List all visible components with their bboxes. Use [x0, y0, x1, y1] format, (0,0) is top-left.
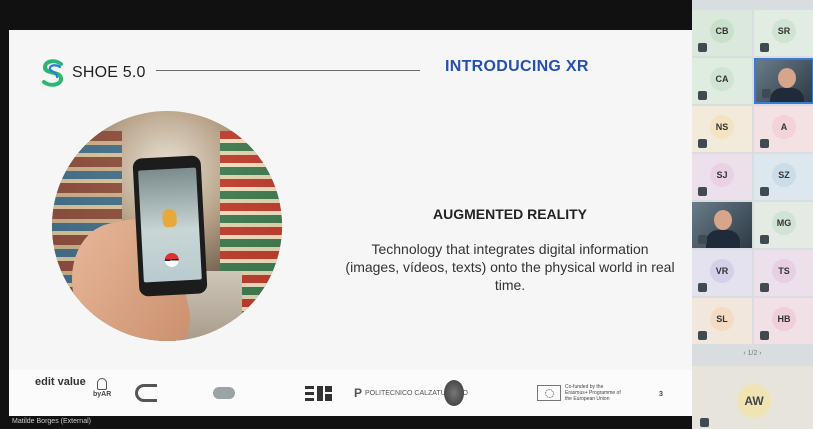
presentation-slide: SHOE 5.0 INTRODUCING XR AUGMENTED REALIT…: [9, 30, 692, 416]
mic-muted-icon: [698, 331, 707, 340]
shoe-s-logo-icon: [42, 59, 63, 87]
participant-avatar: VR: [710, 259, 734, 283]
slide-title: INTRODUCING XR: [445, 58, 589, 75]
erasmus-text: Co-funded by the Erasmus+ Programme of t…: [565, 384, 621, 402]
participant-tile[interactable]: AW: [692, 366, 813, 429]
section-body: Technology that integrates digital infor…: [345, 241, 675, 293]
pc-mark-icon: P: [354, 386, 363, 400]
mic-muted-icon: [760, 43, 769, 52]
participant-pagination[interactable]: ‹ 1/2 ›: [692, 350, 813, 357]
shoe-logo: SHOE 5.0: [39, 58, 146, 88]
participant-avatar: SZ: [772, 163, 796, 187]
university-seal-logo: [444, 378, 464, 408]
participant-face: [778, 68, 796, 88]
participant-avatar: A: [772, 115, 796, 139]
partner-logos-bar: edit value byAR P POLITECNICO CALZATURIE…: [9, 370, 692, 416]
edit-value-text: edit value: [35, 376, 86, 388]
section-heading: AUGMENTED REALITY: [433, 206, 587, 222]
phone-screen: [138, 167, 202, 283]
erasmus-logo: Co-funded by the Erasmus+ Programme of t…: [537, 378, 625, 408]
ctc-pill-icon: [213, 387, 235, 399]
participant-tile[interactable]: SR: [754, 10, 813, 56]
participant-avatar: CB: [710, 19, 734, 43]
participant-avatar: MG: [772, 211, 796, 235]
mic-muted-icon: [698, 139, 707, 148]
participant-avatar: SJ: [710, 163, 734, 187]
ctc-logo: [213, 378, 235, 408]
pokeball-icon: [164, 252, 180, 268]
mic-muted-icon: [760, 331, 769, 340]
seal-icon: [444, 380, 464, 406]
participant-tile[interactable]: [692, 202, 752, 248]
mic-muted-icon: [698, 43, 707, 52]
participant-avatar: TS: [772, 259, 796, 283]
eu-flag-icon: [537, 385, 561, 401]
mic-muted-icon: [760, 235, 769, 244]
mic-muted-icon: [760, 187, 769, 196]
participant-tile[interactable]: CA: [692, 58, 752, 104]
participant-body: [706, 230, 740, 248]
mic-muted-icon: [760, 139, 769, 148]
mic-muted-icon: [760, 283, 769, 292]
participant-tile[interactable]: SL: [692, 298, 752, 344]
shared-screen: SHOE 5.0 INTRODUCING XR AUGMENTED REALIT…: [0, 0, 692, 429]
edit-value-logo: edit value: [35, 376, 86, 408]
participant-tile[interactable]: CB: [692, 10, 752, 56]
slide-page-number: 3: [659, 391, 663, 398]
ar-character-icon: [162, 208, 178, 228]
participant-avatar: NS: [710, 115, 734, 139]
participant-tile[interactable]: SZ: [754, 154, 813, 200]
participant-avatar: SR: [772, 19, 796, 43]
participant-tile[interactable]: NS: [692, 106, 752, 152]
meeting-window: SHOE 5.0 INTRODUCING XR AUGMENTED REALIT…: [0, 0, 813, 429]
participants-panel: CB SR CA NS A SJ SZ MG VR TS SL HB ‹ 1/2 › AW: [692, 0, 813, 429]
participant-tile[interactable]: HB: [754, 298, 813, 344]
presenter-name: Matilde Borges (External): [12, 418, 91, 425]
participant-body: [770, 88, 804, 102]
participant-face: [714, 210, 732, 230]
participant-avatar: CA: [710, 67, 734, 91]
participant-avatar: SL: [710, 307, 734, 331]
presenter-bar: [0, 416, 692, 429]
european-cluster-logo: [135, 378, 157, 408]
grid-logo: [305, 378, 333, 408]
participant-tile[interactable]: [754, 58, 813, 104]
brand-name: SHOE 5.0: [72, 64, 146, 81]
header-divider: [156, 70, 420, 71]
participant-tile[interactable]: VR: [692, 250, 752, 296]
participant-tile[interactable]: MG: [754, 202, 813, 248]
participant-tile[interactable]: SJ: [692, 154, 752, 200]
mic-muted-icon: [698, 235, 707, 244]
participant-tile[interactable]: TS: [754, 250, 813, 296]
grid-logo-icon: [305, 386, 332, 401]
mic-muted-icon: [698, 187, 707, 196]
c-mark-icon: [135, 384, 157, 402]
participant-avatar: AW: [737, 384, 771, 418]
byar-logo: byAR: [93, 378, 111, 408]
ar-phone-photo: [52, 111, 282, 341]
mic-muted-icon: [698, 283, 707, 292]
participant-tile[interactable]: A: [754, 106, 813, 152]
smartphone: [132, 155, 208, 297]
bell-icon: [97, 378, 108, 390]
mic-muted-icon: [698, 91, 707, 100]
mic-muted-icon: [762, 89, 771, 98]
byar-text: byAR: [93, 391, 112, 398]
participant-avatar: HB: [772, 307, 796, 331]
mic-muted-icon: [700, 418, 709, 427]
